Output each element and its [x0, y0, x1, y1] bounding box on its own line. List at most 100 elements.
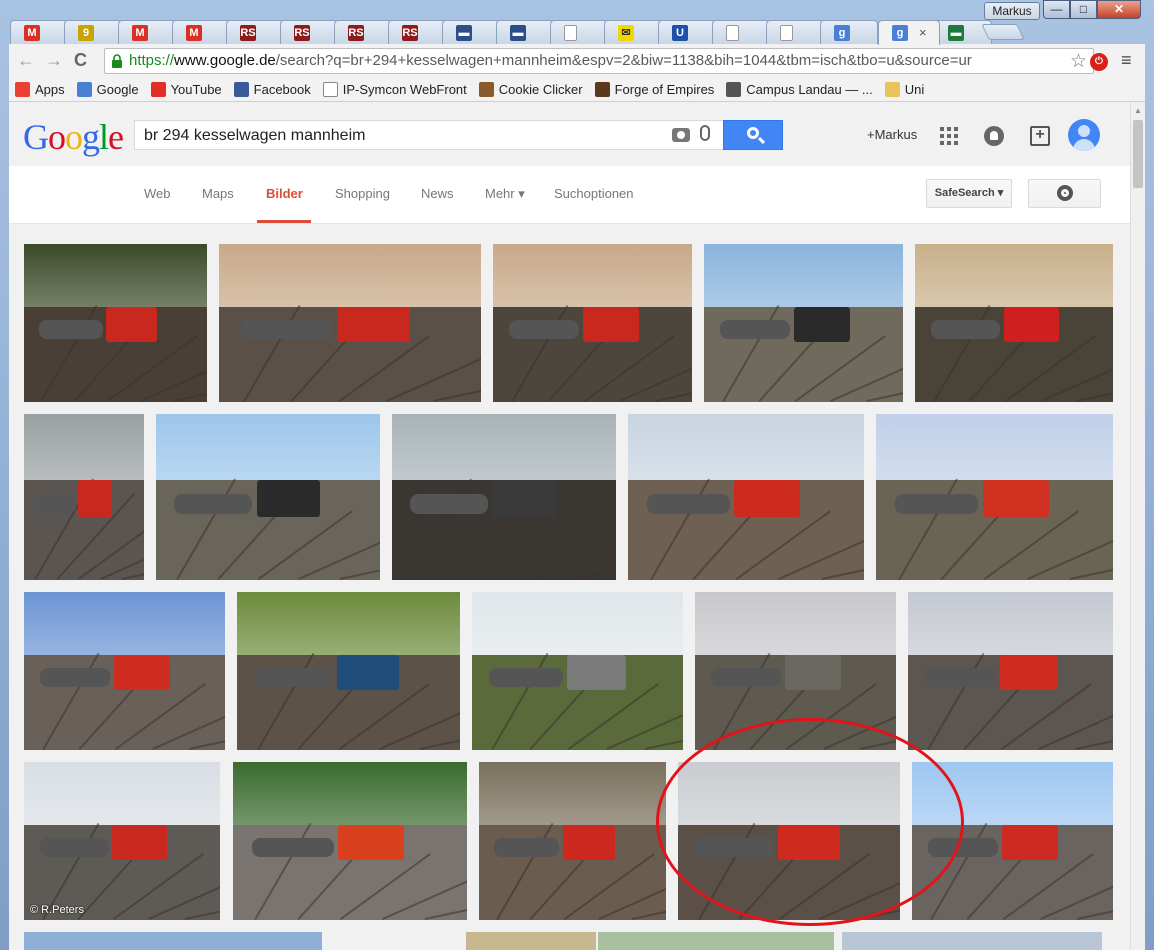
browser-tab[interactable]	[550, 20, 608, 44]
image-result-6[interactable]	[24, 414, 144, 580]
new-tab-button[interactable]	[981, 24, 1025, 40]
bookmark-label: Cookie Clicker	[498, 82, 583, 97]
browser-tab[interactable]	[766, 20, 824, 44]
google-logo[interactable]: Google	[23, 116, 124, 158]
browser-tab[interactable]: ▬	[442, 20, 500, 44]
bookmark-forge-of-empires[interactable]: Forge of Empires	[594, 82, 714, 97]
search-icon	[747, 127, 759, 139]
image-result-partial[interactable]	[24, 932, 322, 950]
campus-icon	[726, 82, 742, 97]
bookmark-uni[interactable]: Uni	[884, 82, 924, 97]
bookmark-youtube[interactable]: YouTube	[150, 82, 222, 97]
browser-tab[interactable]: ✉	[604, 20, 662, 44]
image-result-5[interactable]	[915, 244, 1113, 402]
image-result-13[interactable]	[472, 592, 683, 750]
youtube-icon	[150, 82, 166, 97]
image-result-partial[interactable]	[466, 932, 596, 950]
image-result-17[interactable]	[233, 762, 467, 920]
facebook-icon	[233, 82, 249, 97]
image-result-1[interactable]	[24, 244, 207, 402]
image-result-16[interactable]: © R.Peters	[24, 762, 220, 920]
back-button[interactable]: ←	[17, 51, 35, 69]
bookmark-label: Facebook	[253, 82, 311, 97]
bookmark-label: Apps	[35, 82, 65, 97]
browser-tab[interactable]: 9	[64, 20, 122, 44]
tab-shopping[interactable]: Shopping	[335, 186, 390, 201]
site-icon: 9	[78, 25, 94, 41]
address-bar[interactable]: https://www.google.de/search?q=br+294+ke…	[104, 48, 1094, 74]
tab-bilder[interactable]: Bilder	[266, 186, 303, 201]
bookmark-facebook[interactable]: Facebook	[233, 82, 311, 97]
close-window-button[interactable]: ✕	[1097, 0, 1141, 19]
browser-tab[interactable]: g	[820, 20, 878, 44]
browser-tab[interactable]: RS	[388, 20, 446, 44]
bookmark-apps[interactable]: Apps	[15, 82, 65, 97]
tab-maps[interactable]: Maps	[202, 186, 234, 201]
image-result-11[interactable]	[24, 592, 225, 750]
avatar[interactable]	[1068, 119, 1100, 151]
scroll-up-arrow-icon[interactable]: ▲	[1134, 106, 1142, 115]
search-input[interactable]: br 294 kesselwagen mannheim	[144, 127, 365, 145]
tab-mehr[interactable]: Mehr ▾	[485, 186, 525, 202]
train-icon: ▬	[510, 25, 526, 41]
image-result-4[interactable]	[704, 244, 903, 402]
flag-icon: ▬	[948, 25, 964, 41]
safesearch-dropdown[interactable]: SafeSearch ▾	[926, 179, 1012, 208]
bookmark-campus-landau[interactable]: Campus Landau — ...	[726, 82, 873, 97]
profile-button[interactable]: Markus	[984, 2, 1040, 20]
page-icon	[726, 25, 739, 41]
browser-tab[interactable]: M	[118, 20, 176, 44]
tab-web[interactable]: Web	[144, 186, 171, 201]
image-result-12[interactable]	[237, 592, 460, 750]
gmail-icon: M	[132, 25, 148, 41]
search-box[interactable]: br 294 kesselwagen mannheim	[134, 120, 724, 150]
apps-grid-icon[interactable]	[940, 127, 958, 145]
image-result-3[interactable]	[493, 244, 692, 402]
bookmark-google[interactable]: Google	[76, 82, 139, 97]
reload-button[interactable]: C	[74, 51, 87, 69]
image-result-20[interactable]	[912, 762, 1113, 920]
bookmark-ip-symcon-webfront[interactable]: IP-Symcon WebFront	[322, 82, 467, 97]
microphone-icon[interactable]	[700, 125, 710, 141]
minimize-button[interactable]: —	[1043, 0, 1070, 19]
image-result-15[interactable]	[908, 592, 1113, 750]
bookmark-star-icon[interactable]: ☆	[1070, 50, 1087, 73]
tab-news[interactable]: News	[421, 186, 454, 201]
image-result-2[interactable]	[219, 244, 481, 402]
browser-tab[interactable]: g ×	[878, 20, 940, 45]
image-result-9[interactable]	[628, 414, 864, 580]
image-result-partial[interactable]	[598, 932, 834, 950]
settings-button[interactable]	[1028, 179, 1101, 208]
adblock-icon[interactable]: ⏻	[1090, 53, 1108, 71]
browser-tab[interactable]: ▬	[496, 20, 554, 44]
image-result-10[interactable]	[876, 414, 1113, 580]
image-result-partial[interactable]	[842, 932, 1102, 950]
image-result-8[interactable]	[392, 414, 616, 580]
notifications-bell-icon[interactable]	[984, 126, 1004, 146]
camera-icon[interactable]	[672, 128, 690, 142]
browser-tab[interactable]: RS	[280, 20, 338, 44]
browser-tab[interactable]: M	[172, 20, 230, 44]
scrollbar-thumb[interactable]	[1133, 120, 1143, 188]
chrome-menu-icon[interactable]: ≡	[1121, 51, 1132, 69]
share-plus-icon[interactable]: +	[1030, 126, 1050, 146]
close-tab-icon[interactable]: ×	[919, 25, 927, 40]
image-result-19[interactable]	[678, 762, 900, 920]
tab-suchoptionen[interactable]: Suchoptionen	[554, 186, 634, 201]
forward-button[interactable]: →	[45, 51, 63, 69]
image-result-14[interactable]	[695, 592, 896, 750]
bookmark-cookie-clicker[interactable]: Cookie Clicker	[478, 82, 583, 97]
browser-tab[interactable]: RS	[334, 20, 392, 44]
forge-icon	[594, 82, 610, 97]
search-button[interactable]	[723, 120, 783, 150]
browser-tab[interactable]: RS	[226, 20, 284, 44]
photo-credit: © R.Peters	[30, 904, 84, 916]
browser-tab[interactable]: U	[658, 20, 716, 44]
image-result-18[interactable]	[479, 762, 666, 920]
maximize-button[interactable]: □	[1070, 0, 1097, 19]
page-scrollbar[interactable]: ▲	[1130, 102, 1145, 950]
browser-tab[interactable]: M	[10, 20, 68, 44]
plus-user-link[interactable]: +Markus	[867, 127, 917, 142]
browser-tab[interactable]	[712, 20, 770, 44]
image-result-7[interactable]	[156, 414, 380, 580]
